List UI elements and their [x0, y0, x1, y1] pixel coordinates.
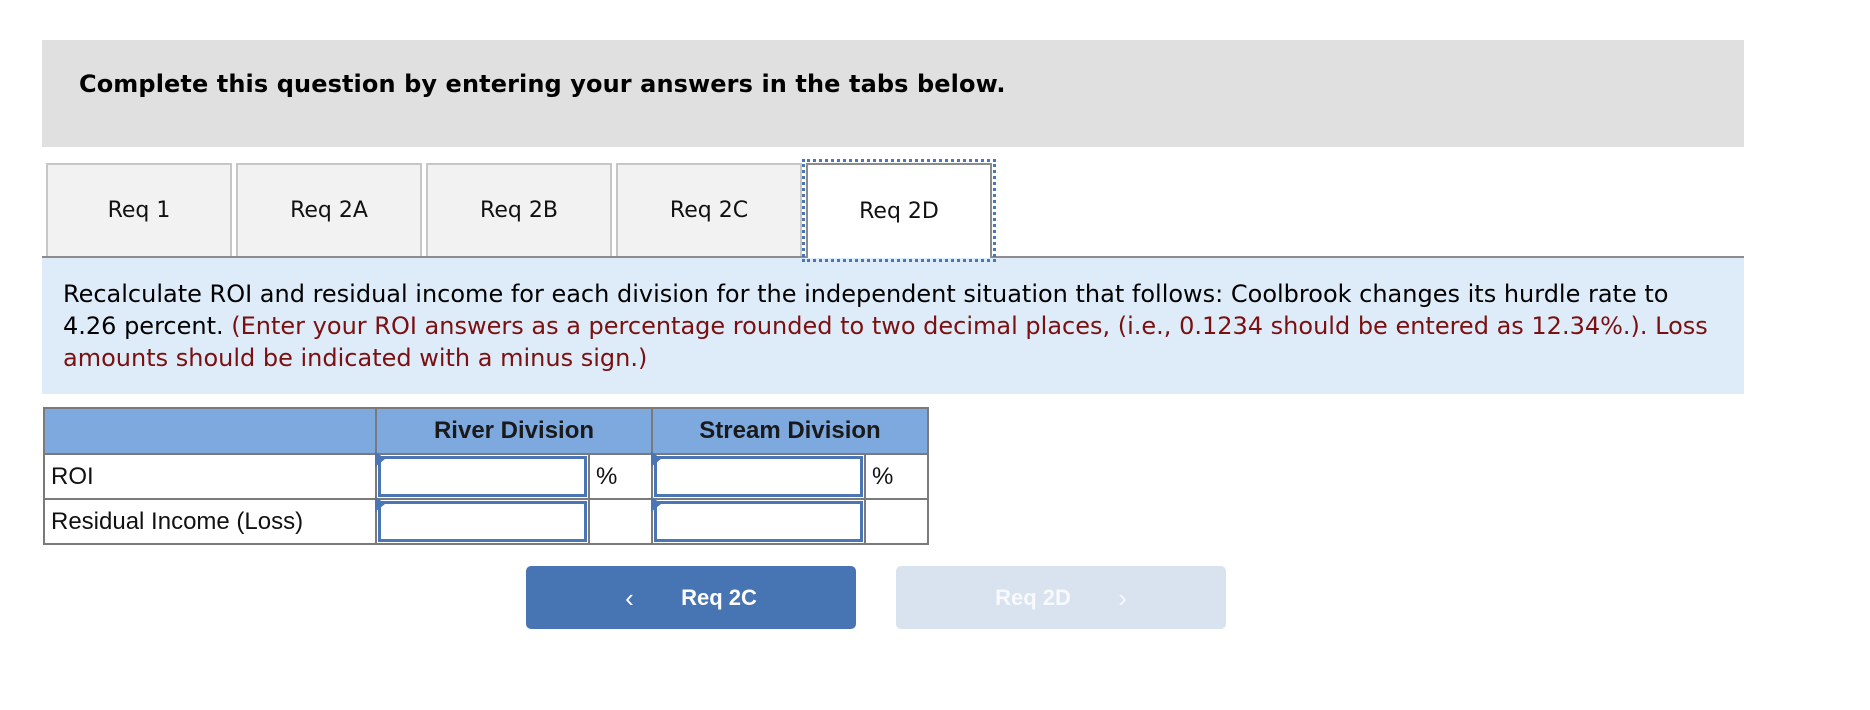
input-flag-icon [651, 496, 661, 512]
stream-roi-unit: % [864, 453, 929, 500]
input-flag-icon [375, 451, 385, 467]
input-flag-icon [651, 451, 661, 467]
header-river-division: River Division [375, 407, 653, 455]
river-roi-unit: % [588, 453, 653, 500]
stream-ri-unit [864, 498, 929, 545]
stream-roi-cell [651, 451, 866, 500]
prev-req-label: Req 2C [681, 584, 757, 610]
river-roi-input-box [378, 456, 587, 497]
river-ri-unit [588, 498, 653, 545]
answer-table: River Division Stream Division ROI % % R… [43, 407, 929, 545]
river-ri-cell [375, 496, 590, 545]
stream-ri-cell [651, 496, 866, 545]
tab-req-2d[interactable]: Req 2D [802, 159, 996, 262]
stream-roi-input-box [654, 456, 863, 497]
header-stream-division: Stream Division [651, 407, 929, 455]
question-banner: Complete this question by entering your … [42, 40, 1744, 147]
instructions-note: (Enter your ROI answers as a percentage … [63, 312, 1708, 372]
tab-req-2c[interactable]: Req 2C [616, 163, 802, 256]
river-ri-input-box [378, 501, 587, 542]
instructions-panel: Recalculate ROI and residual income for … [42, 258, 1744, 394]
table-header-row: River Division Stream Division [43, 407, 929, 455]
tab-req-2a[interactable]: Req 2A [236, 163, 422, 256]
row-label-roi: ROI [43, 453, 377, 500]
tab-req-2b[interactable]: Req 2B [426, 163, 612, 256]
tab-req-1[interactable]: Req 1 [46, 163, 232, 256]
river-residual-income-input[interactable] [381, 504, 584, 539]
river-roi-input[interactable] [381, 459, 584, 494]
prev-req-button[interactable]: ‹ Req 2C [526, 566, 856, 629]
stream-residual-income-input[interactable] [657, 504, 860, 539]
next-req-label: Req 2D [995, 584, 1071, 610]
next-req-button[interactable]: Req 2D › [896, 566, 1226, 629]
tab-bar: Req 1 Req 2A Req 2B Req 2C Req 2D [42, 159, 1744, 262]
row-label-residual-income: Residual Income (Loss) [43, 498, 377, 545]
table-row-roi: ROI % % [43, 451, 929, 500]
chevron-left-icon: ‹ [625, 582, 634, 613]
table-row-residual-income: Residual Income (Loss) [43, 496, 929, 545]
stream-roi-input[interactable] [657, 459, 860, 494]
input-flag-icon [375, 496, 385, 512]
chevron-right-icon: › [1118, 582, 1127, 613]
header-blank [43, 407, 377, 455]
river-roi-cell [375, 451, 590, 500]
banner-text: Complete this question by entering your … [79, 70, 1006, 98]
stream-ri-input-box [654, 501, 863, 542]
